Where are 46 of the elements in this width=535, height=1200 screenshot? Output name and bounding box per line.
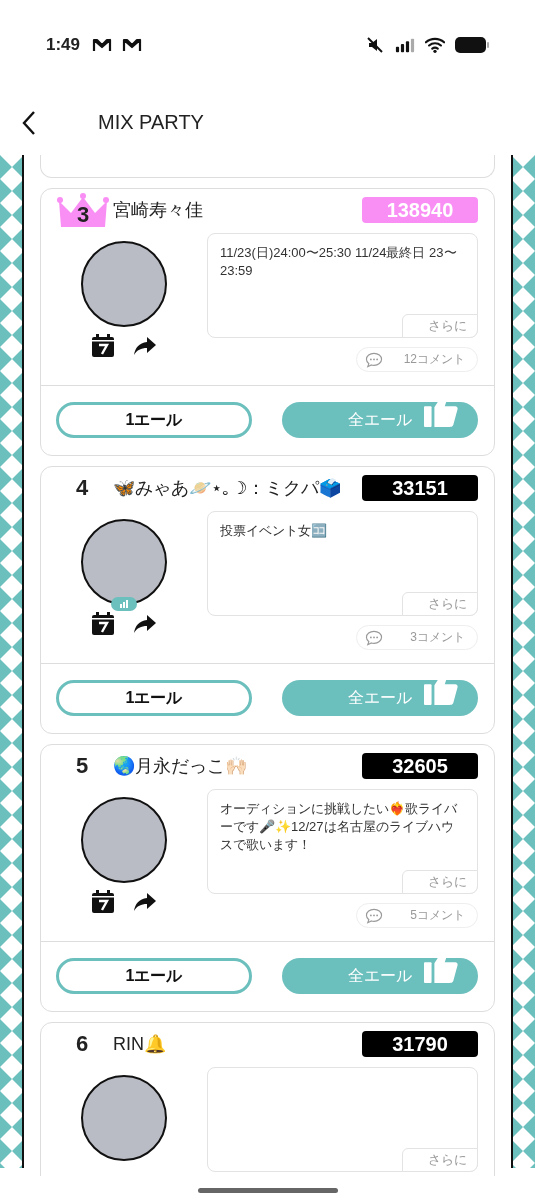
description-text: 投票イベント女🈁	[220, 522, 328, 540]
comment-count: 5コメント	[410, 907, 465, 924]
comment-icon	[365, 907, 383, 924]
calendar-icon[interactable]	[91, 334, 115, 358]
description-text: オーディションに挑戦したい❤‍🔥歌ライバーです🎤✨12/27は名古屋のライブハウスで歌います！	[220, 800, 458, 854]
score-badge: 32605	[362, 753, 478, 779]
description-text: 11/23(日)24:00〜25:30 11/24最終日 23〜23:59	[220, 244, 458, 280]
battery-icon	[455, 36, 489, 54]
all-yell-button[interactable]: 全エール	[282, 402, 478, 438]
more-button[interactable]: さらに	[402, 1148, 478, 1172]
more-button[interactable]: さらに	[402, 592, 478, 616]
one-yell-button[interactable]: 1エール	[56, 402, 252, 438]
rank-number: 6	[76, 1031, 89, 1057]
comments-button[interactable]: 12コメント	[356, 347, 478, 372]
rank-number: 3	[77, 202, 90, 228]
more-button[interactable]: さらに	[402, 314, 478, 338]
comment-icon	[365, 629, 383, 646]
one-yell-button[interactable]: 1エール	[56, 958, 252, 994]
one-yell-button[interactable]: 1エール	[56, 680, 252, 716]
score-badge: 31790	[362, 1031, 478, 1057]
all-yell-button[interactable]: 全エール	[282, 680, 478, 716]
score-badge: 33151	[362, 475, 478, 501]
comment-icon	[365, 351, 383, 368]
comments-button[interactable]: 3コメント	[356, 625, 478, 650]
entry-name: 宮崎寿々佳	[113, 199, 204, 222]
comment-count: 12コメント	[403, 351, 465, 368]
signal-icon	[395, 36, 415, 54]
comment-count: 3コメント	[410, 629, 465, 646]
comments-button[interactable]: 5コメント	[356, 903, 478, 928]
all-yell-button[interactable]: 全エール	[282, 958, 478, 994]
mute-icon	[365, 36, 385, 54]
entry-name: 🦋みゃあ🪐⋆｡☽：ミクパ🗳	[113, 477, 343, 500]
page-title: MIX PARTY	[98, 111, 204, 134]
calendar-icon[interactable]	[91, 612, 115, 636]
entry-name: RIN🔔	[113, 1033, 167, 1055]
mail-icon	[92, 37, 113, 53]
rank-number: 4	[76, 475, 89, 501]
rank-number: 5	[76, 753, 89, 779]
score-badge: 138940	[362, 197, 478, 223]
entry-name: 🌏月永だっこ🙌🏻	[113, 755, 248, 778]
wifi-icon	[425, 36, 445, 54]
more-button[interactable]: さらに	[402, 870, 478, 894]
calendar-icon[interactable]	[91, 890, 115, 914]
mail-icon	[122, 37, 143, 53]
status-time: 1:49	[46, 35, 81, 55]
home-indicator[interactable]	[197, 1187, 338, 1193]
